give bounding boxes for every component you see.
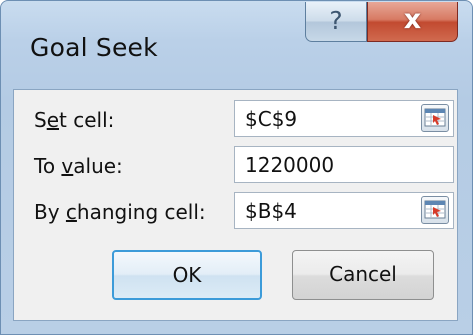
to-value-label-part: alue:	[73, 154, 123, 178]
set-cell-value[interactable]: $C$9	[245, 107, 297, 131]
set-cell-input[interactable]: $C$9	[234, 100, 454, 137]
set-cell-range-button[interactable]	[421, 104, 449, 132]
range-selector-icon	[424, 200, 446, 219]
close-button[interactable]: x	[367, 2, 458, 42]
by-changing-cell-input[interactable]: $B$4	[234, 192, 454, 229]
to-value-value[interactable]: 1220000	[245, 153, 334, 177]
to-value-label: To value:	[34, 154, 123, 178]
help-icon: ?	[329, 6, 343, 35]
set-cell-label-part: t cell:	[59, 108, 115, 132]
title-bar[interactable]: Goal Seek ? x	[1, 1, 472, 89]
set-cell-label: Set cell:	[34, 108, 114, 132]
set-cell-accelerator: e	[46, 108, 60, 132]
goal-seek-dialog: Goal Seek ? x Set cell: $C$9 To value: 1…	[0, 0, 473, 335]
by-changing-cell-label: By changing cell:	[34, 200, 206, 224]
help-button[interactable]: ?	[305, 2, 367, 42]
to-value-input[interactable]: 1220000	[234, 146, 454, 183]
close-icon: x	[403, 4, 422, 35]
set-cell-label-part: S	[34, 108, 47, 132]
by-changing-cell-label-part: By	[34, 200, 66, 224]
dialog-body: Set cell: $C$9 To value: 1220000 By chan…	[13, 89, 458, 321]
by-changing-cell-label-part: hanging cell:	[76, 200, 206, 224]
to-value-label-part: To	[34, 154, 62, 178]
cancel-button[interactable]: Cancel	[292, 250, 434, 300]
ok-button[interactable]: OK	[112, 250, 262, 300]
by-changing-cell-accelerator: c	[65, 200, 77, 224]
dialog-title: Goal Seek	[30, 33, 158, 62]
by-changing-cell-range-button[interactable]	[421, 196, 449, 224]
by-changing-cell-value[interactable]: $B$4	[245, 199, 297, 223]
range-selector-icon	[424, 108, 446, 127]
to-value-accelerator: v	[61, 154, 74, 178]
